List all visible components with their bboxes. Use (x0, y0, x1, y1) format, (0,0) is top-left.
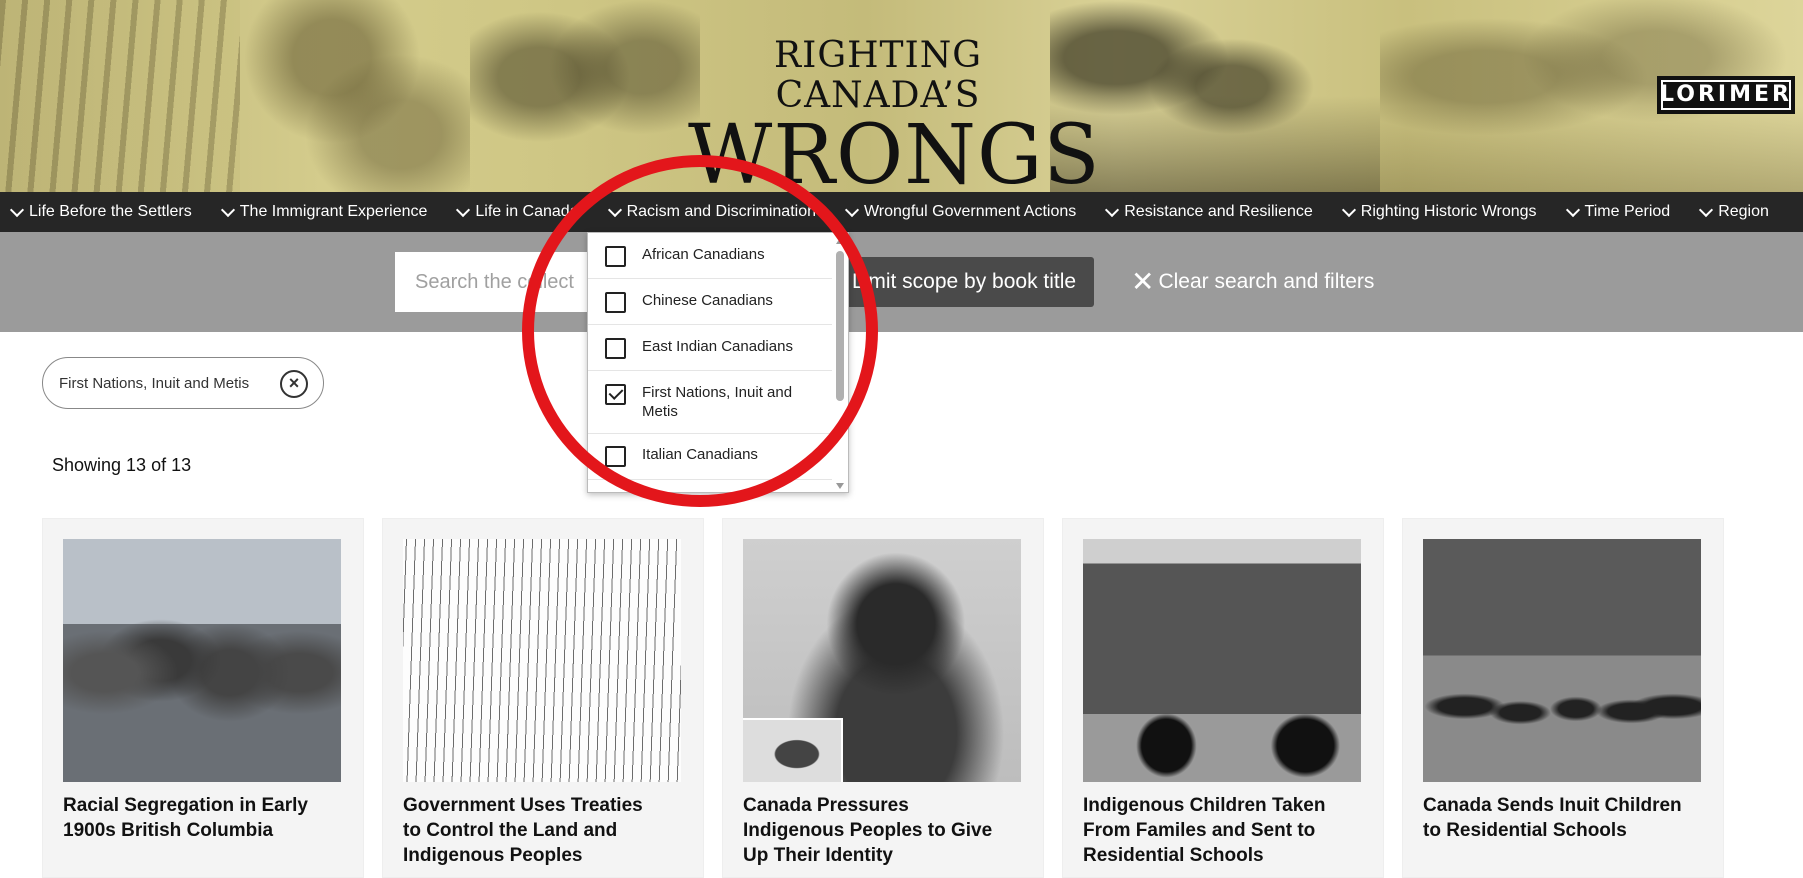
checkbox[interactable] (605, 338, 626, 359)
result-card[interactable]: Racial Segregation in Early 1900s Britis… (42, 518, 364, 878)
nav-region[interactable]: Region (1699, 202, 1769, 221)
dropdown-scrollbar[interactable] (832, 233, 848, 492)
nav-life-before-settlers[interactable]: Life Before the Settlers (9, 202, 192, 221)
site-logo[interactable]: RIGHTING CANADA’S WRONGS (688, 35, 1101, 193)
option-label: African Canadians (642, 246, 765, 263)
banner-photo-ceremony (0, 0, 240, 192)
nav-label: Righting Historic Wrongs (1360, 203, 1537, 220)
chevron-down-icon (607, 202, 622, 217)
card-image[interactable] (63, 539, 341, 782)
close-icon: ✕ (1131, 266, 1155, 297)
nav-label: Life in Canada (475, 203, 579, 220)
scrollbar-thumb[interactable] (836, 251, 844, 401)
result-card[interactable]: Indigenous Children Taken From Familes a… (1062, 518, 1384, 878)
option-label: East Indian Canadians (642, 338, 793, 355)
limit-scope-button[interactable]: Limit scope by book title (836, 257, 1094, 307)
search-input[interactable] (395, 252, 595, 312)
active-filter-chip: First Nations, Inuit and Metis × (42, 357, 324, 409)
card-image[interactable] (1423, 539, 1701, 782)
nav-label: Wrongful Government Actions (863, 203, 1077, 220)
option-label: First Nations, Inuit and Metis (642, 384, 793, 420)
dropdown-option-italian-canadians[interactable]: Italian Canadians (588, 434, 833, 480)
checkbox[interactable] (605, 246, 626, 267)
dropdown-option-first-nations[interactable]: First Nations, Inuit and Metis (588, 371, 833, 434)
nav-label: The Immigrant Experience (239, 203, 428, 220)
dropdown-option-chinese-canadians[interactable]: Chinese Canadians (588, 279, 833, 325)
site-title-line2: WRONGS (688, 108, 1101, 193)
banner-photo-children-reading (240, 0, 470, 192)
nav-label: Life Before the Settlers (29, 203, 192, 220)
nav-resistance-resilience[interactable]: Resistance and Resilience (1105, 202, 1313, 221)
nav-racism-discrimination[interactable]: Racism and Discrimination (607, 202, 816, 221)
card-image[interactable] (403, 539, 681, 782)
search-bar-area: Limit scope by book title ✕ Clear search… (0, 232, 1803, 332)
scroll-down-arrow-icon[interactable] (836, 483, 844, 489)
card-image[interactable] (743, 539, 1021, 782)
checkbox[interactable] (605, 292, 626, 313)
card-image-detail (1423, 655, 1701, 782)
card-title[interactable]: Racial Segregation in Early 1900s Britis… (63, 793, 323, 843)
card-title[interactable]: Indigenous Children Taken From Familes a… (1083, 793, 1343, 868)
clear-search-button[interactable]: ✕ Clear search and filters (1131, 257, 1374, 307)
nav-life-in-canada[interactable]: Life in Canada (456, 202, 579, 221)
card-title[interactable]: Government Uses Treaties to Control the … (403, 793, 663, 868)
card-title[interactable]: Canada Pressures Indigenous Peoples to G… (743, 793, 1003, 868)
nav-label: Region (1718, 203, 1769, 220)
header-banner: RIGHTING CANADA’S WRONGS LORIMER (0, 0, 1803, 192)
nav-immigrant-experience[interactable]: The Immigrant Experience (220, 202, 428, 221)
dropdown-option-east-indian-canadians[interactable]: East Indian Canadians (588, 325, 833, 371)
chevron-down-icon (1699, 202, 1714, 217)
result-card[interactable]: Government Uses Treaties to Control the … (382, 518, 704, 878)
nav-wrongful-government-actions[interactable]: Wrongful Government Actions (844, 202, 1077, 221)
nav-label: Time Period (1584, 203, 1671, 220)
nav-righting-historic-wrongs[interactable]: Righting Historic Wrongs (1341, 202, 1537, 221)
main-nav: Life Before the Settlers The Immigrant E… (0, 192, 1803, 232)
card-title[interactable]: Canada Sends Inuit Children to Residenti… (1423, 793, 1683, 843)
checkbox[interactable] (605, 446, 626, 467)
result-card[interactable]: Canada Pressures Indigenous Peoples to G… (722, 518, 1044, 878)
chevron-down-icon (9, 202, 25, 217)
banner-photo-child-writing (470, 0, 700, 192)
clear-search-label: Clear search and filters (1158, 270, 1375, 293)
scroll-up-arrow-icon[interactable] (836, 238, 844, 244)
chevron-down-icon (1565, 202, 1580, 217)
result-card[interactable]: Canada Sends Inuit Children to Residenti… (1402, 518, 1724, 878)
racism-discrimination-dropdown: African Canadians Chinese Canadians East… (587, 232, 849, 493)
filter-chip-label: First Nations, Inuit and Metis (59, 374, 250, 392)
option-label: Chinese Canadians (642, 292, 773, 309)
nav-label: Racism and Discrimination (626, 203, 816, 220)
nav-time-period[interactable]: Time Period (1565, 202, 1671, 221)
chevron-down-icon (456, 202, 471, 217)
results-count: Showing 13 of 13 (52, 455, 192, 475)
chevron-down-icon (1341, 202, 1356, 217)
dropdown-option-african-canadians[interactable]: African Canadians (588, 233, 833, 279)
chevron-down-icon (220, 202, 235, 217)
publisher-logo[interactable]: LORIMER (1657, 76, 1795, 114)
chevron-down-icon (844, 202, 860, 217)
nav-label: Resistance and Resilience (1124, 203, 1313, 220)
chevron-down-icon (1105, 202, 1120, 217)
option-label: Italian Canadians (642, 446, 758, 463)
card-image[interactable] (1083, 539, 1361, 782)
site-title-line1: RIGHTING CANADA’S (774, 35, 982, 116)
card-image-inset (743, 718, 843, 782)
remove-filter-icon[interactable]: × (280, 370, 308, 398)
checkbox-checked[interactable] (605, 384, 626, 405)
